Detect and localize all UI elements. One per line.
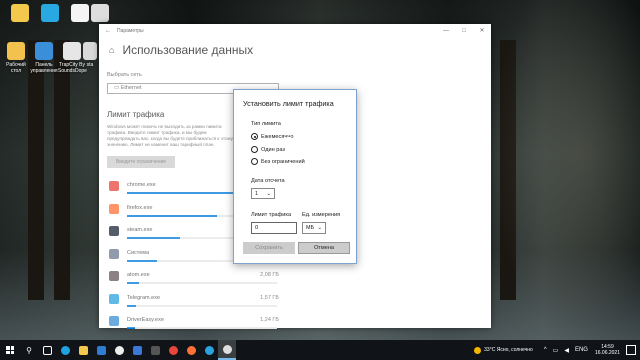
traffic-limit-input[interactable]: 0 bbox=[251, 222, 297, 234]
file-explorer-icon[interactable] bbox=[74, 340, 92, 360]
wallpaper-post bbox=[54, 40, 70, 300]
desktop-icon-desktop[interactable]: Рабочий стол bbox=[2, 42, 30, 74]
settings-gear-icon[interactable] bbox=[218, 340, 236, 360]
desktop-icon[interactable] bbox=[6, 4, 34, 22]
tray-chevron-icon[interactable]: ^ bbox=[544, 347, 547, 353]
document-icon bbox=[91, 4, 109, 22]
language-indicator[interactable]: ENG bbox=[575, 347, 588, 353]
yandex-browser-icon[interactable] bbox=[110, 340, 128, 360]
sun-icon bbox=[474, 346, 482, 354]
search-icon[interactable]: ⚲ bbox=[20, 340, 38, 360]
network-icon[interactable]: ▭ bbox=[553, 347, 559, 354]
control-panel-icon bbox=[35, 42, 53, 60]
system-tray: 33°C Ясно, солнечно ^ ▭ ◀ ENG 14:59 16.0… bbox=[474, 340, 640, 360]
taskbar: ⚲ 33°C Ясно, солнечно ^ ▭ ◀ ENG 14:59 16… bbox=[0, 340, 640, 360]
document-icon bbox=[63, 42, 81, 60]
dialog-title: Установить лимит трафика bbox=[243, 99, 334, 108]
radio-selected-icon bbox=[251, 133, 258, 140]
weather-text: 33°C Ясно, солнечно bbox=[484, 347, 533, 353]
radio-unlimited[interactable]: Без ограничений bbox=[251, 158, 305, 165]
telegram-icon[interactable] bbox=[200, 340, 218, 360]
clock[interactable]: 14:59 16.06.2021 bbox=[595, 344, 620, 356]
chrome-icon[interactable] bbox=[164, 340, 182, 360]
reset-date-label: Дата отсчета bbox=[251, 178, 285, 184]
mail-icon[interactable] bbox=[128, 340, 146, 360]
document-icon bbox=[83, 42, 97, 60]
reset-date-dropdown[interactable]: 1 ⌄ bbox=[251, 188, 275, 199]
desktop-icon[interactable] bbox=[86, 4, 114, 22]
telegram-icon bbox=[41, 4, 59, 22]
task-view-icon[interactable] bbox=[38, 340, 56, 360]
folder-icon bbox=[7, 42, 25, 60]
wallpaper-post bbox=[500, 40, 516, 300]
desktop-icon[interactable] bbox=[36, 4, 64, 22]
save-button[interactable]: Сохранить bbox=[243, 242, 295, 254]
edge-icon[interactable] bbox=[56, 340, 74, 360]
weather-widget[interactable]: 33°C Ясно, солнечно bbox=[474, 346, 533, 354]
unit-value: МБ bbox=[306, 225, 315, 231]
radio-label: Один раз bbox=[261, 146, 285, 153]
radio-one-time[interactable]: Один раз bbox=[251, 146, 285, 153]
reset-date-value: 1 bbox=[255, 190, 258, 197]
desktop-icon-label: sta bbox=[86, 62, 94, 68]
folder-icon bbox=[11, 4, 29, 22]
limit-type-label: Тип лимита bbox=[251, 121, 281, 127]
cancel-button[interactable]: Отмена bbox=[298, 242, 350, 254]
wallpaper-post bbox=[28, 40, 44, 300]
store-icon[interactable] bbox=[92, 340, 110, 360]
firefox-icon[interactable] bbox=[182, 340, 200, 360]
unit-label: Ед. измерения bbox=[302, 212, 341, 218]
desktop-icon-control-panel[interactable]: Панель управления bbox=[30, 42, 58, 74]
windows-logo-icon bbox=[6, 346, 14, 354]
volume-icon[interactable]: ◀ bbox=[564, 347, 569, 354]
desktop-icon-label: Панель управления bbox=[30, 62, 58, 74]
clock-date: 16.06.2021 bbox=[594, 350, 620, 356]
chevron-down-icon: ⌄ bbox=[266, 190, 271, 197]
set-traffic-limit-dialog: Установить лимит трафика Тип лимита Ежем… bbox=[233, 89, 357, 264]
start-button[interactable] bbox=[0, 340, 20, 360]
notification-center-icon[interactable] bbox=[626, 345, 636, 355]
desktop-icon-label: Рабочий стол bbox=[6, 62, 26, 74]
traffic-limit-label: Лимит трафика bbox=[251, 212, 292, 218]
radio-label: Без ограничений bbox=[261, 158, 305, 165]
unit-dropdown[interactable]: МБ ⌄ bbox=[302, 222, 326, 234]
radio-unselected-icon bbox=[251, 158, 258, 165]
radio-unselected-icon bbox=[251, 146, 258, 153]
app-icon[interactable] bbox=[146, 340, 164, 360]
chevron-down-icon: ⌄ bbox=[317, 225, 322, 231]
desktop-icon-partial[interactable]: sta bbox=[82, 42, 98, 68]
